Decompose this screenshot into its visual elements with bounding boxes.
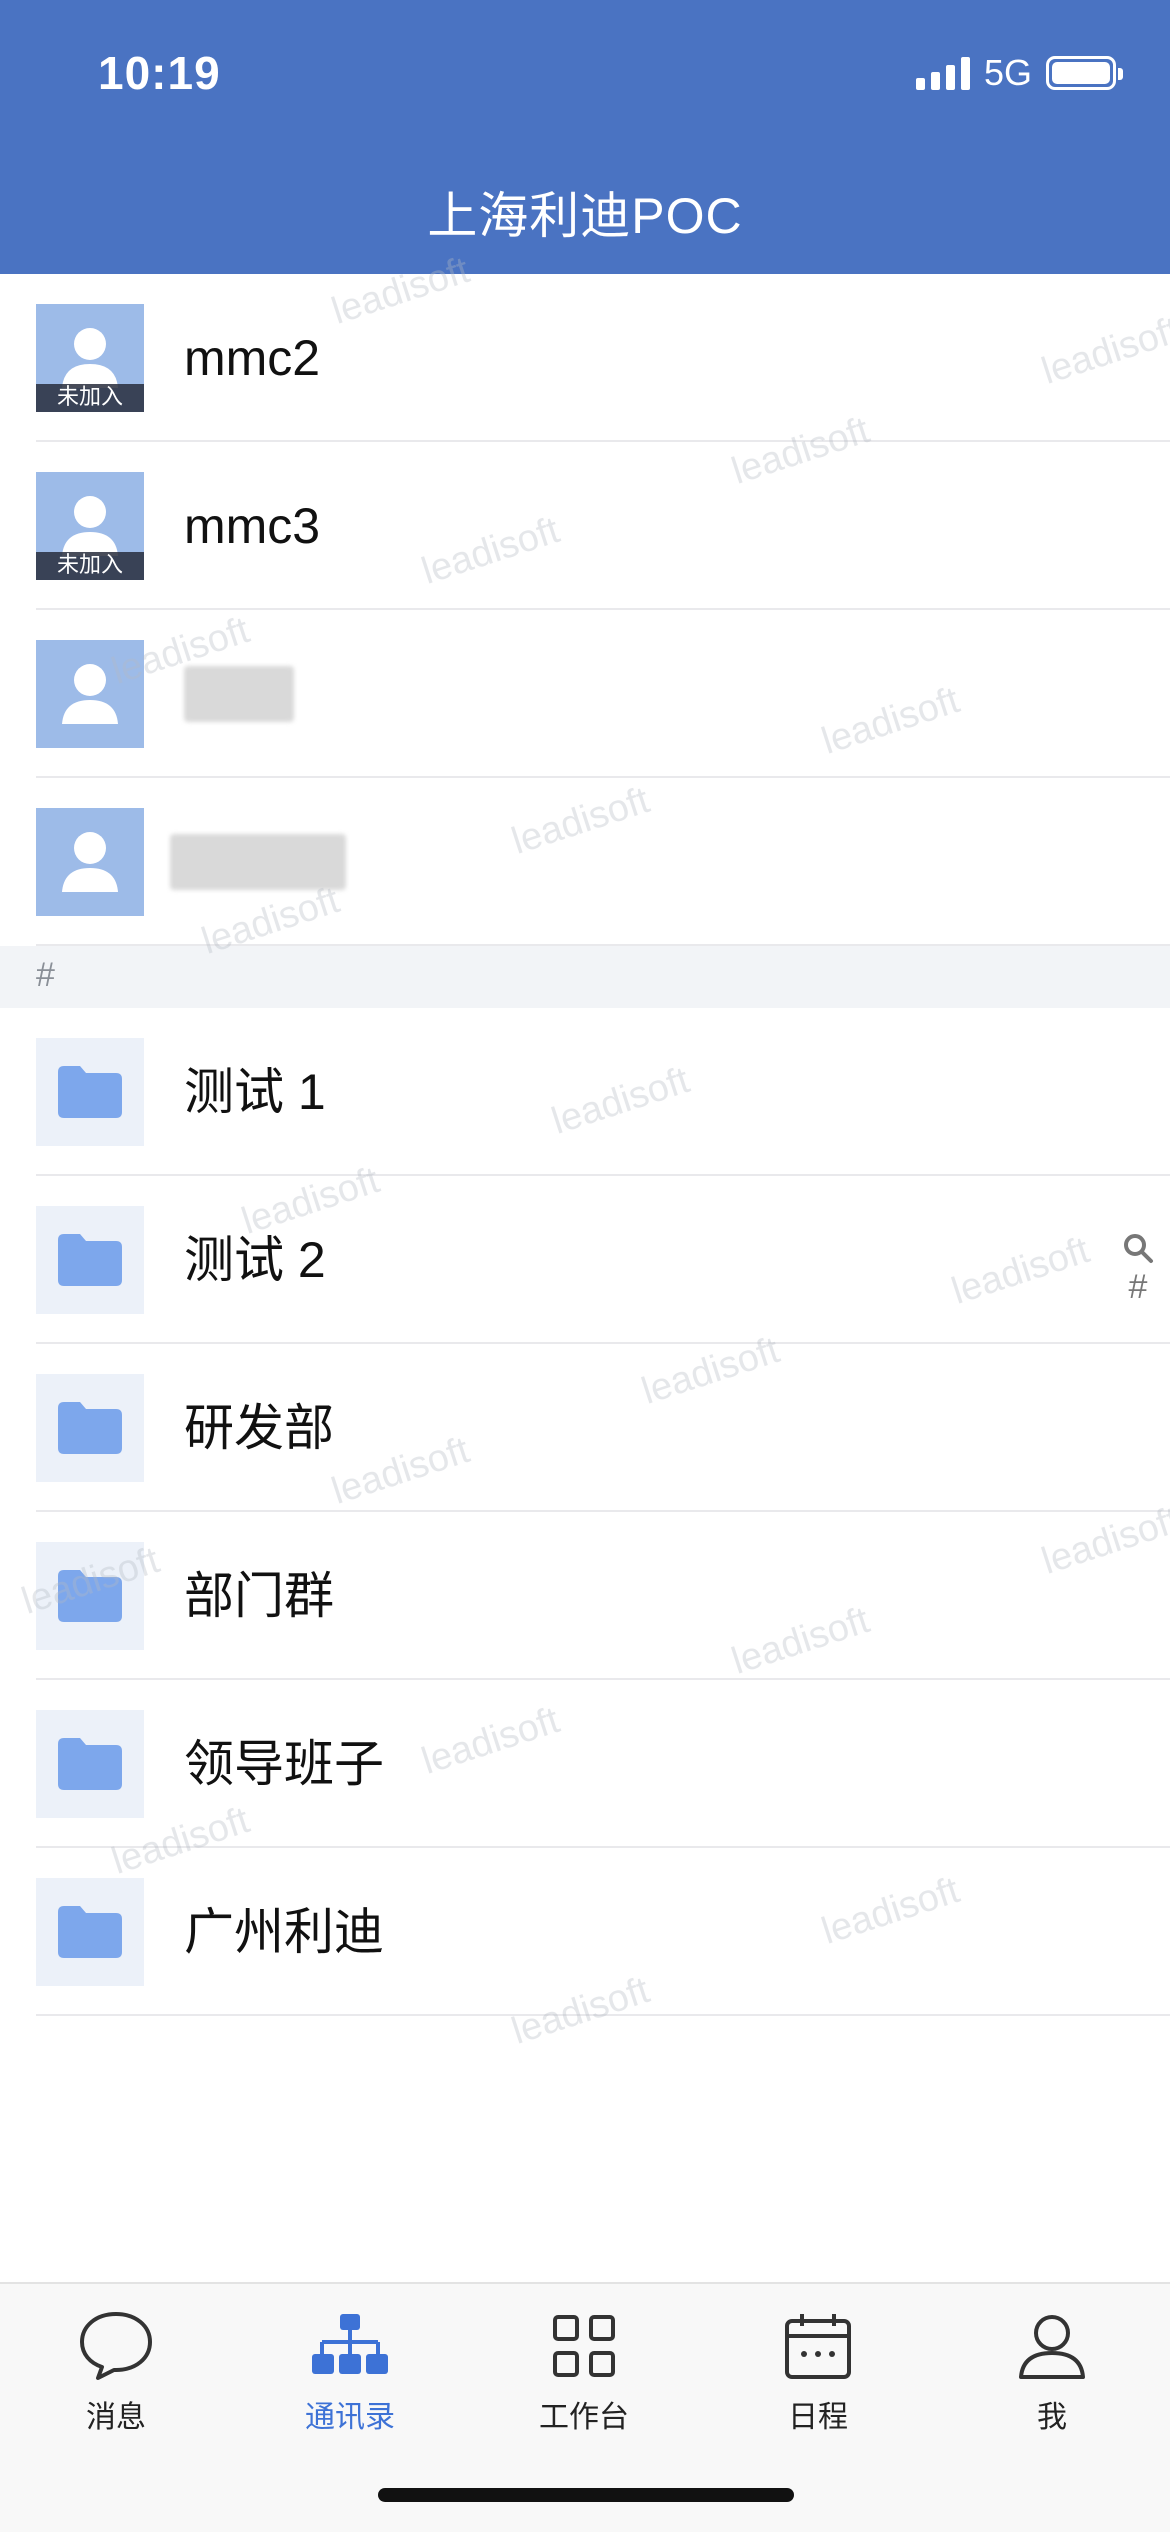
avatar: 未加入: [36, 472, 144, 580]
index-hash[interactable]: #: [1129, 1268, 1148, 1307]
not-joined-badge: 未加入: [36, 552, 144, 580]
avatar: [36, 808, 144, 916]
person-icon: [62, 496, 118, 556]
calendar-icon: [785, 2314, 851, 2379]
tab-me[interactable]: 我: [962, 2306, 1142, 2436]
tab-workbench-label: 工作台: [539, 2400, 629, 2435]
group-name: 部门群: [184, 1568, 334, 1624]
tab-messages[interactable]: 消息: [26, 2306, 206, 2436]
section-header: #: [0, 946, 1170, 1008]
not-joined-badge: 未加入: [36, 384, 144, 412]
group-name: 测试 1: [184, 1064, 326, 1120]
status-indicators: 5G: [915, 52, 1123, 94]
group-name: 领导班子: [184, 1736, 384, 1792]
contact-name: mmc2: [184, 330, 321, 386]
page-title: 上海利迪POC: [427, 188, 743, 244]
signal-icon: [915, 56, 970, 90]
folder-icon: [36, 1542, 144, 1650]
tab-schedule-label: 日程: [788, 2400, 848, 2435]
contact-row[interactable]: 未加入 mmc2: [0, 274, 1170, 442]
contact-row[interactable]: [0, 610, 1170, 778]
folder-icon: [36, 1710, 144, 1818]
tab-me-label: 我: [1037, 2400, 1067, 2435]
contact-row[interactable]: 未加入 mmc3: [0, 442, 1170, 610]
redacted-name: [170, 834, 346, 890]
contact-row[interactable]: [0, 778, 1170, 946]
group-row[interactable]: 部门群: [0, 1512, 1170, 1680]
tab-workbench[interactable]: 工作台: [494, 2306, 674, 2436]
folder-icon: [36, 1374, 144, 1482]
group-name: 研发部: [184, 1400, 334, 1456]
redacted-name: [184, 666, 294, 722]
group-row[interactable]: 测试 2: [0, 1176, 1170, 1344]
group-row[interactable]: 测试 1: [0, 1008, 1170, 1176]
status-time: 10:19: [98, 47, 221, 99]
avatar: [36, 640, 144, 748]
tab-contacts-label: 通讯录: [305, 2400, 395, 2435]
group-name: 测试 2: [184, 1232, 326, 1288]
chat-bubble-icon: [80, 2312, 152, 2380]
folder-icon: [36, 1206, 144, 1314]
tab-contacts[interactable]: 通讯录: [260, 2306, 440, 2436]
grid-icon: [553, 2315, 615, 2377]
folder-icon: [36, 1878, 144, 1986]
group-row[interactable]: 广州利迪: [0, 1848, 1170, 2016]
person-icon: [62, 328, 118, 388]
avatar: 未加入: [36, 304, 144, 412]
group-row[interactable]: 研发部: [0, 1344, 1170, 1512]
section-label: #: [36, 956, 55, 994]
network-label: 5G: [983, 52, 1032, 93]
header-bar: 10:19 5G 上海利迪POC: [0, 0, 1170, 274]
contacts-list: 未加入 mmc2 未加入 mmc3 # 测试 1 测试 2 研发部 部门群 领导…: [0, 274, 1170, 2016]
group-row[interactable]: 领导班子: [0, 1680, 1170, 1848]
group-name: 广州利迪: [184, 1904, 384, 1960]
tab-schedule[interactable]: 日程: [728, 2306, 908, 2436]
contact-name: mmc3: [184, 498, 321, 554]
person-icon: [1019, 2315, 1085, 2379]
side-index[interactable]: #: [1118, 1232, 1158, 1307]
person-icon: [62, 664, 118, 724]
search-icon[interactable]: [1122, 1232, 1154, 1264]
org-chart-icon: [312, 2314, 388, 2374]
folder-icon: [36, 1038, 144, 1146]
tab-messages-label: 消息: [86, 2400, 146, 2435]
battery-icon: [1046, 56, 1123, 90]
home-indicator[interactable]: [378, 2488, 794, 2502]
person-icon: [62, 832, 118, 892]
